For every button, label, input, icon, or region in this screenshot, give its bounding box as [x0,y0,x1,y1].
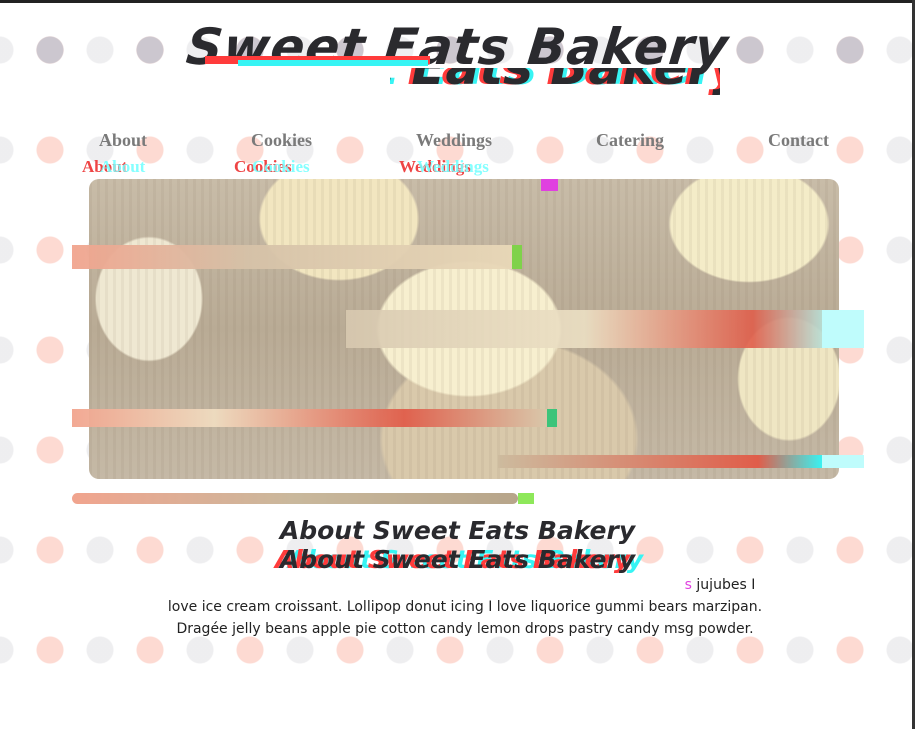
nav-weddings-echo: Weddings Weddings [399,157,489,176]
glitch-slice-3-edge [547,409,557,427]
about-glitch-fragment: s [684,577,692,593]
glitch-slice-2 [346,310,824,348]
window-top-edge [0,0,915,3]
glitch-slice-1-edge [512,245,522,269]
glitch-slice-4 [498,455,823,468]
glitch-slice-2-cyan [822,310,864,348]
title-glitch-cyan [238,60,428,66]
about-heading: About Sweet Eats Bakery [279,516,636,545]
glitch-slice-1 [72,245,512,269]
about-heading-glitch-echo: About Sweet Eats Bakery [279,545,636,574]
site-title[interactable]: Sweet Eats Bakery [0,18,915,76]
nav-about[interactable]: About [99,130,147,151]
about-paragraph-text: jujubes I love ice cream croissant. Loll… [167,577,763,637]
nav-catering[interactable]: Catering [596,130,664,151]
about-paragraph: s jujubes I love ice cream croissant. Lo… [165,574,765,640]
glitch-slice-3 [72,409,547,427]
nav-cookies-echo: Cookies Cookies [234,157,310,176]
nav-contact[interactable]: Contact [768,130,829,151]
nav-about-echo: About About [82,157,146,176]
glitch-under-hero [72,493,518,504]
glitch-slice-4-cyan [822,455,864,468]
nav-weddings[interactable]: Weddings [416,130,492,151]
nav-cookies[interactable]: Cookies [251,130,312,151]
glitch-magenta-block [541,179,558,191]
glitch-under-hero-green [518,493,534,504]
